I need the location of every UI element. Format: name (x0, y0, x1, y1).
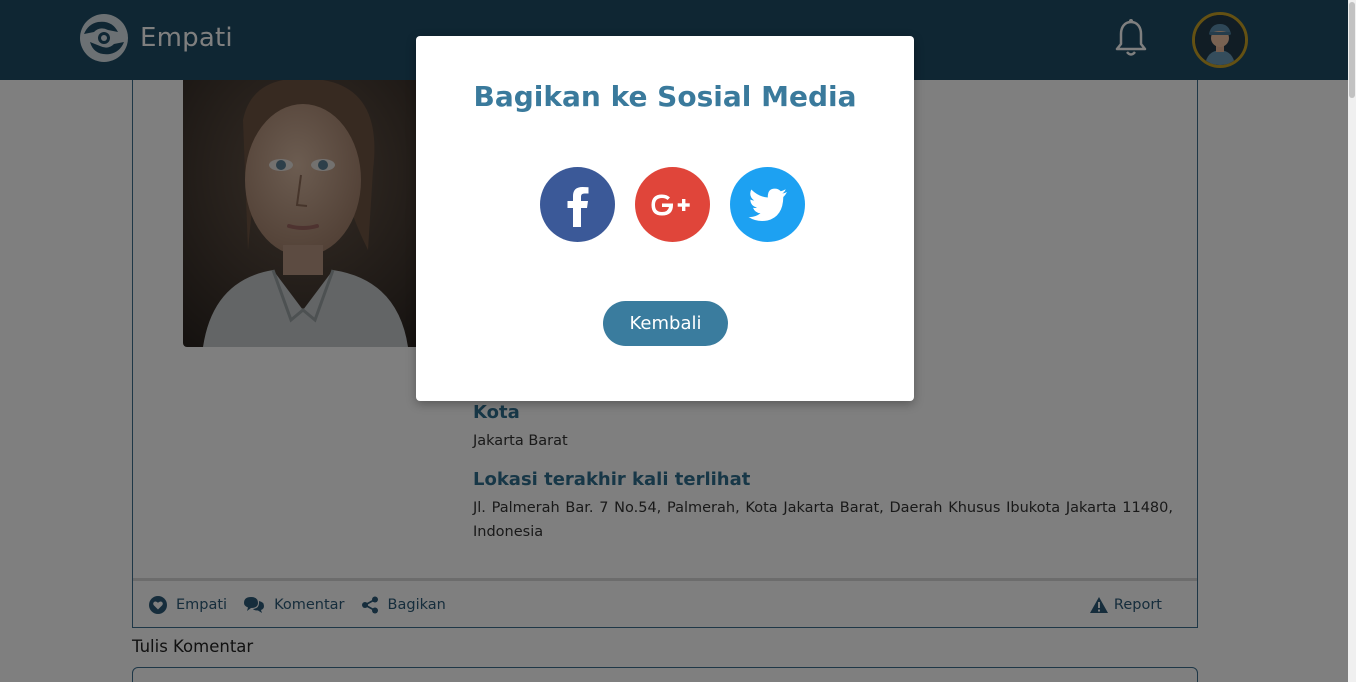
share-modal: Bagikan ke Sosial Media Kembali (416, 36, 914, 401)
scrollbar-thumb[interactable] (1349, 2, 1355, 98)
twitter-icon (748, 188, 787, 221)
facebook-icon (567, 186, 588, 227)
page-scrollbar[interactable] (1348, 0, 1356, 682)
share-facebook-button[interactable] (540, 167, 615, 242)
back-button[interactable]: Kembali (603, 301, 728, 346)
share-twitter-button[interactable] (730, 167, 805, 242)
share-google-plus-button[interactable] (635, 167, 710, 242)
google-plus-icon (651, 194, 690, 215)
modal-title: Bagikan ke Sosial Media (473, 80, 857, 113)
